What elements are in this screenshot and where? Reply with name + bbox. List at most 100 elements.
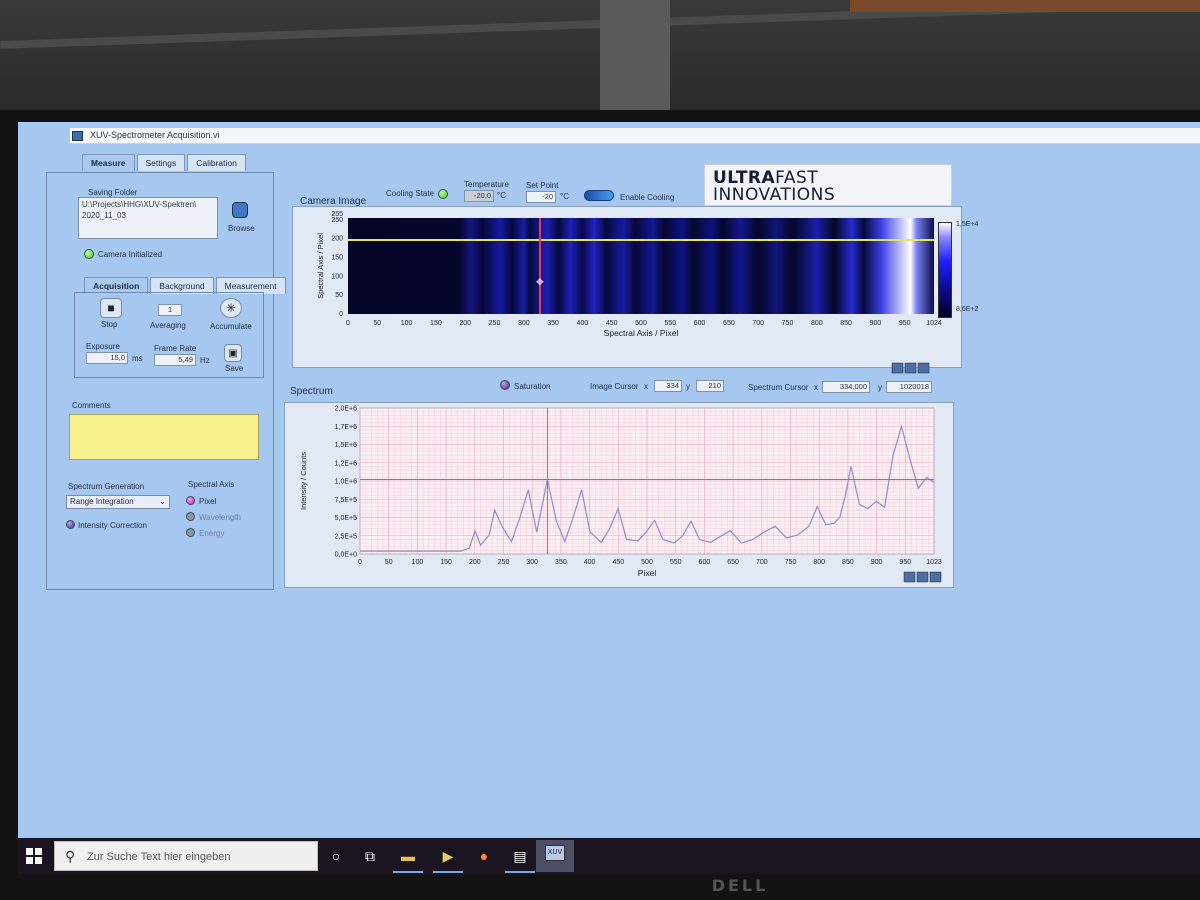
camera-y-tick-label: 100 xyxy=(331,273,343,280)
radio-pixel-label: Pixel xyxy=(199,497,217,506)
spectrum-x-tick-label: 400 xyxy=(584,559,596,566)
camera-y-tick-label: 50 xyxy=(335,292,343,299)
spectrum-x-tick-label: 350 xyxy=(555,559,567,566)
image-cursor-x-input[interactable]: 334 xyxy=(654,380,682,392)
spectrum-cursor-y-input[interactable]: 1020018 xyxy=(886,381,932,393)
spectrum-title: Spectrum xyxy=(290,386,333,397)
camera-x-tick-label: 350 xyxy=(547,320,559,327)
spectrum-cursor-x-input[interactable]: 334,000 xyxy=(822,381,870,393)
file-explorer-icon[interactable]: ▬ xyxy=(398,846,418,866)
windows-start-icon[interactable] xyxy=(26,848,42,864)
saturation-label: Saturation xyxy=(514,382,551,391)
spectrum-y-tick-label: 2,5E+5 xyxy=(335,533,357,540)
camera-axes: 0 50 100 150 200 250 300 350 400 450 500 550 600 650 7… xyxy=(316,211,942,374)
intensity-correction-label: Intensity Correction xyxy=(78,521,147,530)
spectrum-x-tick-label: 250 xyxy=(498,559,510,566)
taskbar-search-input[interactable]: ⚲ Zur Suche Text hier eingeben xyxy=(54,841,318,871)
camera-y-tick-label: 200 xyxy=(331,236,343,243)
camera-x-tick-label: 100 xyxy=(401,320,413,327)
spectrum-cursor-label: Spectrum Cursor xyxy=(748,383,809,392)
camera-x-tick-label: 900 xyxy=(870,320,882,327)
spectrum-x-tick-label: 50 xyxy=(385,559,393,566)
cortana-icon[interactable]: ○ xyxy=(326,846,346,866)
spectrum-x-tick-label: 0 xyxy=(358,559,362,566)
monitor-brand-logo: DELL xyxy=(711,876,769,895)
spectrum-generation-label: Spectrum Generation xyxy=(68,482,145,491)
camera-x-tick-label: 850 xyxy=(840,320,852,327)
radio-wavelength[interactable] xyxy=(186,512,195,521)
spectrum-x-tick-label: 550 xyxy=(670,559,682,566)
spectrum-x-tick-label: 150 xyxy=(440,559,452,566)
spectrum-x-axis-label: Pixel xyxy=(638,568,657,578)
spectrum-graph-tool-icon xyxy=(903,571,916,583)
spectrum-y-tick-label: 7,5E+5 xyxy=(335,497,357,504)
comments-label: Comments xyxy=(72,401,111,410)
intensity-correction-led[interactable] xyxy=(66,520,75,529)
task-view-icon[interactable]: ⧉ xyxy=(360,846,380,866)
camera-x-tick-label: 450 xyxy=(606,320,618,327)
ceiling-pipe xyxy=(850,0,1200,12)
camera-x-tick-label: 150 xyxy=(430,320,442,327)
spectrum-x-tick-label: 750 xyxy=(785,559,797,566)
spectrum-x-tick-label: 600 xyxy=(699,559,711,566)
spectrum-x-tick-label: 800 xyxy=(813,559,825,566)
spectrum-x-tick-label: 900 xyxy=(871,559,883,566)
camera-y-tick-label: 0 xyxy=(339,311,343,318)
spectrum-y-tick-label: 1,5E+6 xyxy=(335,442,357,449)
camera-x-tick-label: 400 xyxy=(577,320,589,327)
camera-x-tick-label: 50 xyxy=(373,320,381,327)
spectrum-generation-select[interactable]: Range Integration ⌄ xyxy=(66,495,170,509)
comments-input[interactable] xyxy=(69,414,259,460)
spectrum-x-tick-label: 1023 xyxy=(926,559,942,566)
spectrum-x-tick-label: 100 xyxy=(412,559,424,566)
spectrum-x-tick-label: 650 xyxy=(727,559,739,566)
spectrum-cursor-x-letter: x xyxy=(814,383,818,392)
camera-x-tick-label: 750 xyxy=(782,320,794,327)
spectrum-cursor-y-letter: y xyxy=(878,383,882,392)
labview-active-indicator xyxy=(505,871,535,873)
spectral-axis-label: Spectral Axis xyxy=(188,480,235,489)
file-explorer-active-indicator xyxy=(393,871,423,873)
camera-y-axis-label: Spectral Axis / Pixel xyxy=(316,233,325,299)
saturation-led xyxy=(500,380,510,390)
xuv-app-taskbar-button[interactable]: XUV xyxy=(536,840,574,872)
labview-icon[interactable]: ▤ xyxy=(510,846,530,866)
camera-graph-tool-icon xyxy=(891,362,904,374)
spectrum-y-tick-label: 5,0E+5 xyxy=(335,515,357,522)
media-player-icon[interactable]: ▶ xyxy=(438,846,458,866)
spectrum-x-tick-label: 300 xyxy=(526,559,538,566)
spectrum-y-tick-label: 1,7E+6 xyxy=(335,424,357,431)
spectrum-x-tick-label: 950 xyxy=(899,559,911,566)
image-cursor-y-letter: y xyxy=(686,382,690,391)
camera-x-tick-label: 650 xyxy=(723,320,735,327)
radio-wavelength-label: Wavelength xyxy=(199,513,241,522)
firefox-icon[interactable]: ● xyxy=(474,846,494,866)
camera-x-tick-label: 300 xyxy=(518,320,530,327)
radio-energy[interactable] xyxy=(186,528,195,537)
spectrum-x-tick-label: 500 xyxy=(641,559,653,566)
radio-pixel[interactable] xyxy=(186,496,195,505)
camera-graph-tool-icon xyxy=(904,362,917,374)
camera-x-tick-label: 500 xyxy=(635,320,647,327)
radio-energy-label: Energy xyxy=(199,529,225,538)
windows-taskbar: ⚲ Zur Suche Text hier eingeben ○ ⧉ ▬ ▶ ●… xyxy=(18,838,1200,874)
camera-x-tick-label: 950 xyxy=(899,320,911,327)
camera-x-tick-label: 800 xyxy=(811,320,823,327)
camera-x-tick-label: 600 xyxy=(694,320,706,327)
image-cursor-y-input[interactable]: 210 xyxy=(696,380,724,392)
spectrum-y-tick-label: 2,0E+6 xyxy=(335,406,357,413)
spectrum-x-tick-label: 700 xyxy=(756,559,768,566)
camera-x-tick-label: 700 xyxy=(752,320,764,327)
spectrum-y-axis-label: Intensity / Counts xyxy=(299,452,308,510)
spectrum-chart[interactable]: 0 50 100 150 200 250 300 350 400 450 500 550 600 650 7… xyxy=(284,402,954,588)
camera-x-tick-label: 0 xyxy=(346,320,350,327)
chevron-down-icon: ⌄ xyxy=(159,497,166,506)
spectrum-y-tick-label: 1,2E+6 xyxy=(335,460,357,467)
camera-x-tick-label: 550 xyxy=(664,320,676,327)
camera-graph-tool-icon xyxy=(917,362,930,374)
spectrum-graph-tool-icon xyxy=(929,571,942,583)
spectrum-generation-value: Range Integration xyxy=(70,497,134,506)
search-icon: ⚲ xyxy=(65,848,76,864)
camera-x-axis-label: Spectral Axis / Pixel xyxy=(604,328,679,338)
image-cursor-x-letter: x xyxy=(644,382,648,391)
